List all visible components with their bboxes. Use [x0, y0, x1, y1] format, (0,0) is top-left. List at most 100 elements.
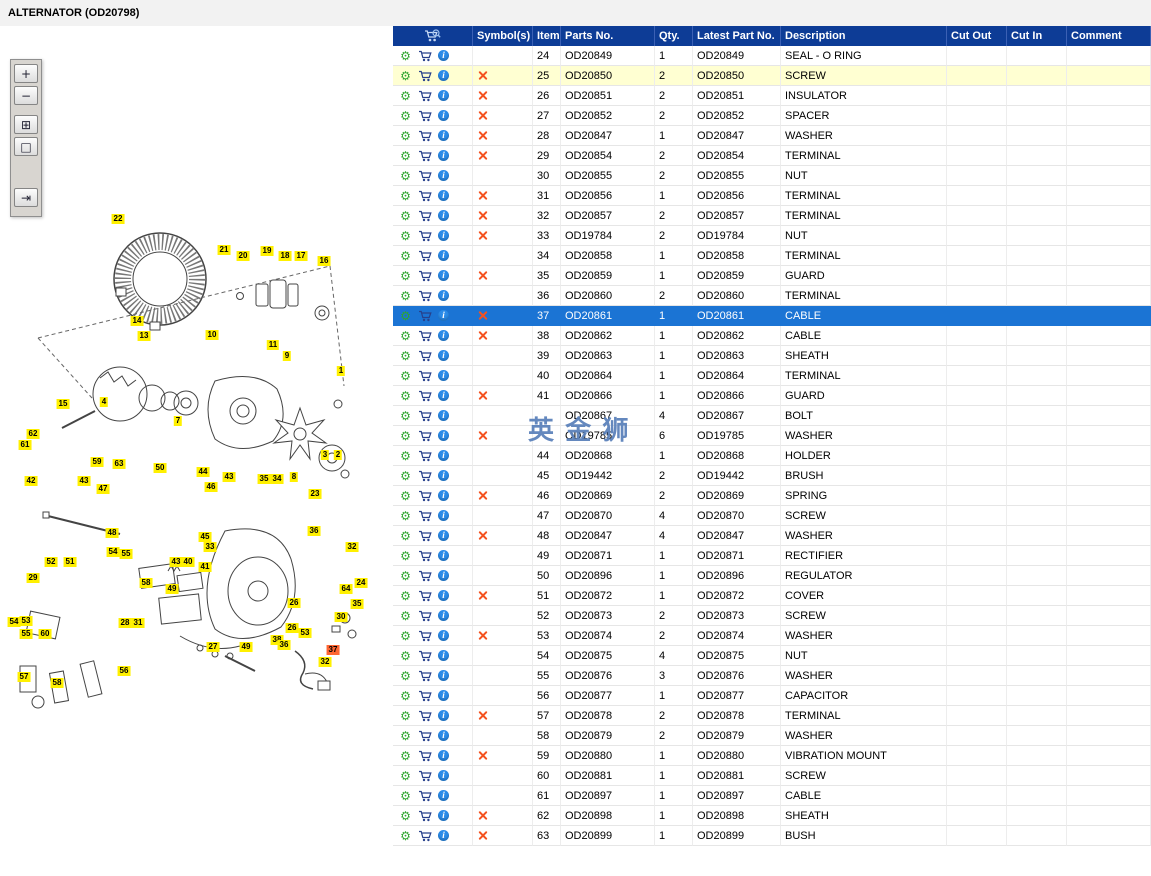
table-row[interactable]: 34 OD20858 1 OD20858 TERMINAL	[393, 246, 1151, 266]
settings-gear-icon[interactable]	[399, 170, 412, 182]
add-to-cart-icon[interactable]	[418, 550, 432, 562]
settings-gear-icon[interactable]	[399, 530, 412, 542]
settings-gear-icon[interactable]	[399, 290, 412, 302]
actual-size-button[interactable]: □	[14, 137, 38, 156]
diagram-part-label[interactable]: 16	[317, 256, 331, 266]
diagram-part-label[interactable]: 47	[96, 484, 110, 494]
info-icon[interactable]	[438, 370, 449, 381]
add-to-cart-icon[interactable]	[418, 790, 432, 802]
info-icon[interactable]	[438, 730, 449, 741]
settings-gear-icon[interactable]	[399, 450, 412, 462]
diagram-part-label[interactable]: 19	[260, 246, 274, 256]
diagram-part-label[interactable]: 60	[38, 629, 52, 639]
info-icon[interactable]	[438, 310, 449, 321]
diagram-part-label[interactable]: 51	[63, 557, 77, 567]
add-to-cart-icon[interactable]	[418, 690, 432, 702]
settings-gear-icon[interactable]	[399, 350, 412, 362]
info-icon[interactable]	[438, 50, 449, 61]
table-row[interactable]: 35 OD20859 1 OD20859 GUARD	[393, 266, 1151, 286]
diagram-part-label[interactable]: 36	[277, 640, 291, 650]
table-row[interactable]: 63 OD20899 1 OD20899 BUSH	[393, 826, 1151, 846]
settings-gear-icon[interactable]	[399, 110, 412, 122]
column-header[interactable]: Item	[533, 26, 561, 46]
toggle-panel-button[interactable]: ⇥	[14, 188, 38, 207]
table-row[interactable]: 62 OD20898 1 OD20898 SHEATH	[393, 806, 1151, 826]
add-to-cart-icon[interactable]	[418, 310, 432, 322]
diagram-part-label[interactable]: 48	[105, 528, 119, 538]
diagram-part-label[interactable]: 59	[90, 457, 104, 467]
settings-gear-icon[interactable]	[399, 830, 412, 842]
add-to-cart-icon[interactable]	[418, 330, 432, 342]
diagram-part-label[interactable]: 40	[181, 557, 195, 567]
settings-gear-icon[interactable]	[399, 690, 412, 702]
settings-gear-icon[interactable]	[399, 50, 412, 62]
diagram-part-label[interactable]: 1	[336, 366, 346, 376]
add-to-cart-icon[interactable]	[418, 190, 432, 202]
table-row[interactable]: 27 OD20852 2 OD20852 SPACER	[393, 106, 1151, 126]
add-to-cart-icon[interactable]	[418, 90, 432, 102]
table-row[interactable]: OD20867 4 OD20867 BOLT	[393, 406, 1151, 426]
diagram-part-label[interactable]: 56	[117, 666, 131, 676]
settings-gear-icon[interactable]	[399, 770, 412, 782]
settings-gear-icon[interactable]	[399, 130, 412, 142]
add-to-cart-icon[interactable]	[418, 410, 432, 422]
diagram-part-label[interactable]: 35	[350, 599, 364, 609]
zoom-out-button[interactable]: −	[14, 86, 38, 105]
add-to-cart-icon[interactable]	[418, 370, 432, 382]
settings-gear-icon[interactable]	[399, 470, 412, 482]
diagram-part-label[interactable]: 8	[289, 472, 299, 482]
diagram-part-label[interactable]: 64	[339, 584, 353, 594]
diagram-part-label[interactable]: 15	[56, 399, 70, 409]
add-to-cart-icon[interactable]	[418, 630, 432, 642]
diagram-part-label[interactable]: 43	[77, 476, 91, 486]
info-icon[interactable]	[438, 270, 449, 281]
info-icon[interactable]	[438, 570, 449, 581]
settings-gear-icon[interactable]	[399, 230, 412, 242]
table-row[interactable]: 60 OD20881 1 OD20881 SCREW	[393, 766, 1151, 786]
add-to-cart-icon[interactable]	[418, 130, 432, 142]
table-row[interactable]: 45 OD19442 2 OD19442 BRUSH	[393, 466, 1151, 486]
add-to-cart-icon[interactable]	[418, 830, 432, 842]
diagram-part-label[interactable]: 53	[298, 628, 312, 638]
diagram-part-label[interactable]: 58	[50, 678, 64, 688]
diagram-part-label[interactable]: 17	[294, 251, 308, 261]
diagram-part-label[interactable]: 26	[287, 598, 301, 608]
diagram-part-label[interactable]: 10	[205, 330, 219, 340]
info-icon[interactable]	[438, 770, 449, 781]
column-header[interactable]: Parts No.	[561, 26, 655, 46]
add-to-cart-icon[interactable]	[418, 470, 432, 482]
fit-view-button[interactable]: ⊞	[14, 115, 38, 134]
add-to-cart-icon[interactable]	[418, 50, 432, 62]
add-to-cart-icon[interactable]	[418, 710, 432, 722]
table-row[interactable]: 57 OD20878 2 OD20878 TERMINAL	[393, 706, 1151, 726]
info-icon[interactable]	[438, 70, 449, 81]
diagram-part-label[interactable]: 26	[285, 623, 299, 633]
table-row[interactable]: 25 OD20850 2 OD20850 SCREW	[393, 66, 1151, 86]
settings-gear-icon[interactable]	[399, 510, 412, 522]
diagram-part-label[interactable]: 14	[130, 316, 144, 326]
table-row[interactable]: 59 OD20880 1 OD20880 VIBRATION MOUNT	[393, 746, 1151, 766]
diagram-part-label[interactable]: 43	[222, 472, 236, 482]
zoom-in-button[interactable]: +	[14, 64, 38, 83]
settings-gear-icon[interactable]	[399, 550, 412, 562]
add-to-cart-icon[interactable]	[418, 730, 432, 742]
add-to-cart-icon[interactable]	[418, 750, 432, 762]
diagram-part-label[interactable]: 61	[18, 440, 32, 450]
add-to-cart-icon[interactable]	[418, 810, 432, 822]
info-icon[interactable]	[438, 210, 449, 221]
diagram-part-label[interactable]: 3	[320, 450, 330, 460]
diagram-part-label[interactable]: 36	[307, 526, 321, 536]
diagram-part-label[interactable]: 22	[111, 214, 125, 224]
info-icon[interactable]	[438, 490, 449, 501]
add-to-cart-icon[interactable]	[418, 270, 432, 282]
diagram-part-label[interactable]: 31	[131, 618, 145, 628]
info-icon[interactable]	[438, 550, 449, 561]
info-icon[interactable]	[438, 230, 449, 241]
info-icon[interactable]	[438, 710, 449, 721]
table-row[interactable]: 24 OD20849 1 OD20849 SEAL - O RING	[393, 46, 1151, 66]
settings-gear-icon[interactable]	[399, 150, 412, 162]
diagram-part-label[interactable]: 35	[257, 474, 271, 484]
info-icon[interactable]	[438, 430, 449, 441]
info-icon[interactable]	[438, 250, 449, 261]
settings-gear-icon[interactable]	[399, 190, 412, 202]
